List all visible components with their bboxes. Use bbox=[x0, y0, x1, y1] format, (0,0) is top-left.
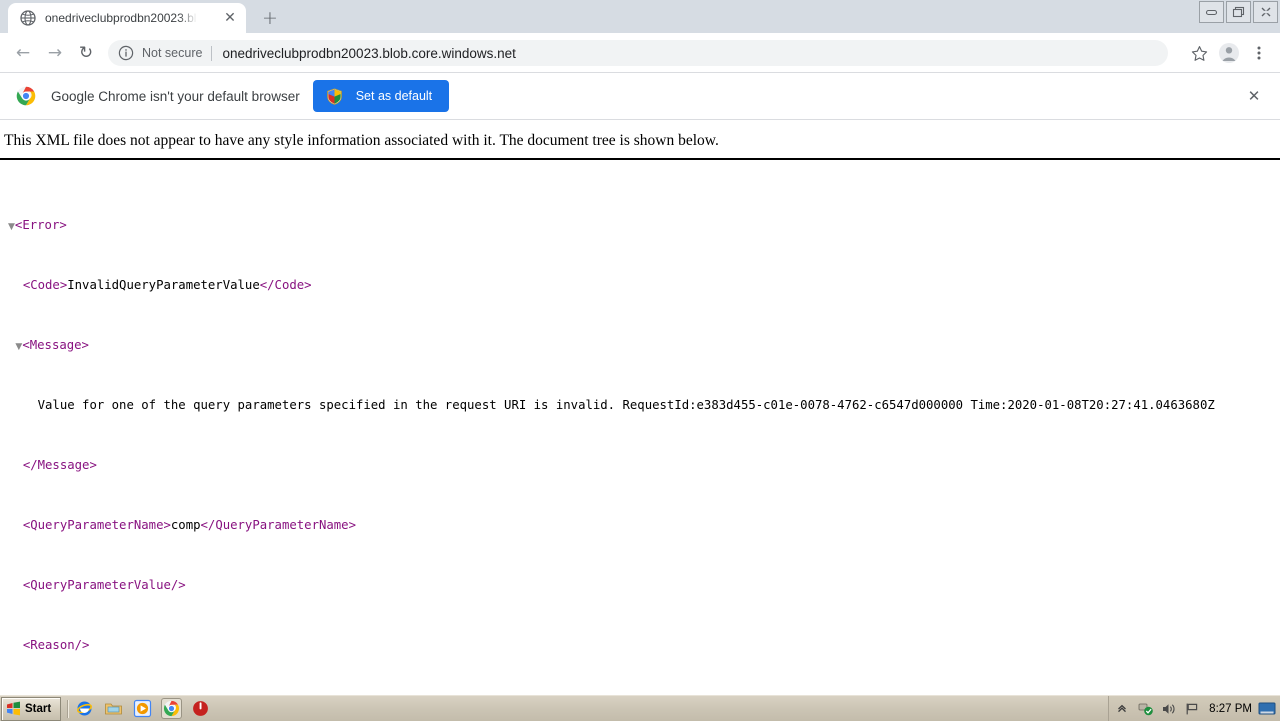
tab-close-icon[interactable]: ✕ bbox=[222, 10, 238, 26]
network-icon[interactable] bbox=[1138, 701, 1154, 717]
avatar-icon[interactable] bbox=[1216, 40, 1242, 66]
xml-tag-close: </QueryParameterName> bbox=[200, 518, 356, 532]
xml-line: <Code>InvalidQueryParameterValue</Code> bbox=[8, 278, 1280, 293]
three-dot-menu-icon[interactable] bbox=[1246, 40, 1272, 66]
taskbar-clock[interactable]: 8:27 PM bbox=[1209, 703, 1252, 715]
xml-tag-open: <Code> bbox=[22, 278, 68, 292]
xml-line[interactable]: ▼<Message> bbox=[8, 338, 1280, 353]
set-as-default-label: Set as default bbox=[355, 89, 433, 103]
chrome-icon[interactable] bbox=[161, 698, 183, 719]
xml-tree: ▼<Error> <Code>InvalidQueryParameterValu… bbox=[0, 173, 1280, 695]
windows-taskbar: Start 8:27 PM bbox=[0, 695, 1280, 721]
taskbar-divider bbox=[67, 699, 70, 718]
xml-message-value: Value for one of the query parameters sp… bbox=[37, 398, 1215, 412]
xml-line: <Reason/> bbox=[8, 638, 1280, 653]
media-player-icon[interactable] bbox=[133, 699, 152, 718]
globe-icon bbox=[20, 10, 36, 26]
tab-title: onedriveclubprodbn20023.blob.core bbox=[45, 11, 197, 25]
forward-button[interactable]: → bbox=[44, 42, 66, 64]
shutdown-icon[interactable] bbox=[191, 699, 210, 718]
xml-tag: <Message> bbox=[22, 338, 89, 352]
internet-explorer-icon[interactable] bbox=[75, 699, 94, 718]
shield-icon bbox=[326, 87, 343, 105]
xml-tag: <Reason/> bbox=[22, 638, 90, 652]
chrome-logo-icon bbox=[16, 86, 36, 106]
new-tab-button[interactable]: + bbox=[256, 5, 284, 31]
system-tray: 8:27 PM bbox=[1108, 696, 1280, 721]
infobar-message: Google Chrome isn't your default browser bbox=[51, 88, 300, 104]
star-icon[interactable] bbox=[1186, 40, 1212, 66]
set-as-default-button[interactable]: Set as default bbox=[312, 80, 450, 112]
xml-tag: <Error> bbox=[14, 218, 67, 232]
window-controls bbox=[1197, 1, 1278, 23]
browser-tab[interactable]: onedriveclubprodbn20023.blob.core ✕ bbox=[8, 3, 246, 33]
tab-strip: onedriveclubprodbn20023.blob.core ✕ + bbox=[0, 0, 1280, 33]
show-desktop-icon[interactable] bbox=[1258, 702, 1276, 716]
omnibox-divider bbox=[211, 45, 213, 61]
file-explorer-icon[interactable] bbox=[104, 699, 123, 718]
quick-launch-bar bbox=[75, 698, 210, 719]
chevron-up-icon[interactable] bbox=[1115, 701, 1131, 717]
xml-line: <QueryParameterValue/> bbox=[8, 578, 1280, 593]
start-button[interactable]: Start bbox=[1, 696, 62, 721]
windows-logo-icon bbox=[6, 701, 21, 716]
xml-tag: <QueryParameterValue/> bbox=[22, 578, 186, 592]
browser-window: onedriveclubprodbn20023.blob.core ✕ + bbox=[0, 0, 1280, 721]
default-browser-infobar: Google Chrome isn't your default browser… bbox=[0, 73, 1280, 120]
back-button[interactable]: ← bbox=[12, 42, 34, 64]
info-circle-icon[interactable] bbox=[118, 45, 134, 61]
browser-toolbar: ← → ↻ Not secure onedriveclubprodbn20023… bbox=[0, 33, 1280, 73]
restore-button[interactable] bbox=[1226, 1, 1251, 23]
xml-line: <QueryParameterName>comp</QueryParameter… bbox=[8, 518, 1280, 533]
xml-line[interactable]: ▼<Error> bbox=[8, 218, 1280, 233]
xml-style-notice: This XML file does not appear to have an… bbox=[4, 132, 719, 149]
xml-line: </Message> bbox=[8, 458, 1280, 473]
xml-value: comp bbox=[170, 518, 201, 532]
url-text[interactable]: onedriveclubprodbn20023.blob.core.window… bbox=[222, 46, 515, 61]
toolbar-actions bbox=[1186, 40, 1272, 66]
address-bar[interactable]: Not secure onedriveclubprodbn20023.blob.… bbox=[108, 40, 1168, 66]
infobar-close-icon[interactable]: ✕ bbox=[1244, 86, 1264, 106]
xml-line: Value for one of the query parameters sp… bbox=[8, 398, 1280, 413]
page-content: This XML file does not appear to have an… bbox=[0, 120, 1280, 695]
close-button[interactable] bbox=[1253, 1, 1278, 23]
collapse-triangle-icon[interactable]: ▼ bbox=[8, 222, 15, 232]
flag-icon[interactable] bbox=[1184, 701, 1200, 717]
security-status-label: Not secure bbox=[142, 46, 203, 60]
reload-button[interactable]: ↻ bbox=[75, 42, 97, 64]
xml-tag-close: </Code> bbox=[259, 278, 312, 292]
volume-icon[interactable] bbox=[1161, 701, 1177, 717]
minimize-button[interactable] bbox=[1199, 1, 1224, 23]
xml-tag-open: <QueryParameterName> bbox=[22, 518, 171, 532]
start-label: Start bbox=[25, 702, 52, 715]
xml-tag: </Message> bbox=[22, 458, 97, 472]
horizontal-rule bbox=[0, 158, 1280, 160]
xml-value: InvalidQueryParameterValue bbox=[67, 278, 260, 292]
